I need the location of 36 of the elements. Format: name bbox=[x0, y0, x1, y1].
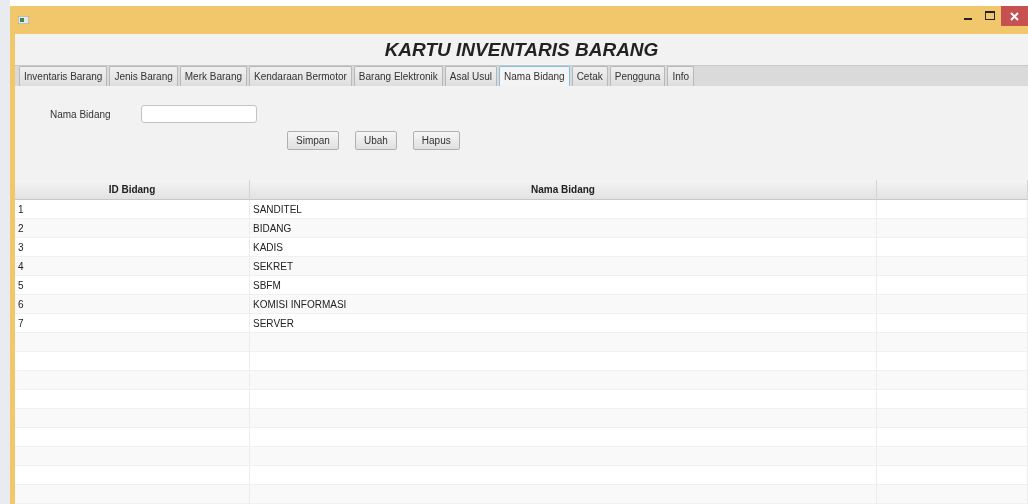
table-cell: SEKRET bbox=[250, 257, 877, 276]
column-header[interactable]: Nama Bidang bbox=[250, 180, 877, 200]
tab[interactable]: Kendaraan Bermotor bbox=[249, 66, 352, 87]
table-cell: BIDANG bbox=[250, 219, 877, 238]
maximize-icon[interactable] bbox=[985, 11, 995, 21]
tab[interactable]: Asal Usul bbox=[444, 66, 498, 87]
table-cell: 5 bbox=[15, 276, 250, 295]
close-button[interactable] bbox=[1001, 6, 1028, 26]
form-button[interactable]: Simpan bbox=[287, 131, 339, 151]
tab[interactable]: Inventaris Barang bbox=[19, 66, 108, 87]
table-cell: 1 bbox=[15, 200, 250, 219]
field-label: Nama Bidang bbox=[50, 108, 108, 120]
table-cell: KADIS bbox=[250, 238, 877, 257]
close-icon bbox=[1010, 11, 1019, 21]
table-cell: 3 bbox=[15, 238, 250, 257]
table-cell: KOMISI INFORMASI bbox=[250, 295, 877, 314]
column-header[interactable]: ID Bidang bbox=[15, 180, 250, 200]
window-title: KARTU INVENTARIS BARANG bbox=[383, 37, 660, 62]
tab[interactable]: Merk Barang bbox=[179, 66, 247, 87]
tab[interactable]: Pengguna bbox=[609, 66, 666, 87]
table-cell: 2 bbox=[15, 219, 250, 238]
form-button[interactable]: Hapus bbox=[412, 131, 460, 151]
tab[interactable]: Nama Bidang bbox=[499, 66, 570, 87]
table-cell: 6 bbox=[15, 295, 250, 314]
table-cell: SERVER bbox=[250, 314, 877, 333]
table-cell: SBFM bbox=[250, 276, 877, 295]
tab[interactable]: Info bbox=[667, 66, 695, 87]
tab[interactable]: Barang Elektronik bbox=[353, 66, 443, 87]
table-cell: 7 bbox=[15, 314, 250, 333]
table-cell: SANDITEL bbox=[250, 200, 877, 219]
form-button[interactable]: Ubah bbox=[354, 131, 397, 151]
app-icon bbox=[18, 16, 29, 24]
table-cell: 4 bbox=[15, 257, 250, 276]
input-field[interactable] bbox=[141, 105, 257, 124]
tab[interactable]: Cetak bbox=[571, 66, 608, 87]
tab[interactable]: Jenis Barang bbox=[109, 66, 178, 87]
